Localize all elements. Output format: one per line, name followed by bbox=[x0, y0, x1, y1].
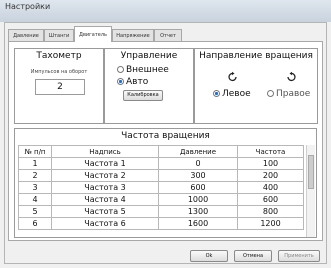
rotation-left-label: Левое bbox=[222, 89, 251, 99]
cell-frequency[interactable]: 800 bbox=[237, 205, 304, 218]
cell-caption[interactable]: Частота 1 bbox=[51, 157, 159, 170]
rotation-group: Направление вращения Левое Правое bbox=[194, 48, 318, 124]
cell-caption[interactable]: Частота 6 bbox=[51, 217, 159, 230]
radio-icon bbox=[267, 90, 274, 97]
motor-tab-panel: Тахометр Импульсов на оборот 2 Управлени… bbox=[8, 41, 323, 241]
control-external-label: Внешнее bbox=[126, 65, 169, 75]
rotation-left-radio[interactable]: Левое bbox=[213, 89, 251, 99]
cell-number[interactable]: 2 bbox=[18, 169, 52, 182]
ok-button[interactable]: Ok bbox=[190, 250, 228, 262]
cell-pressure[interactable]: 1300 bbox=[158, 205, 238, 218]
column-header-number[interactable]: № п/п bbox=[18, 145, 52, 158]
cancel-button[interactable]: Отмена bbox=[234, 250, 272, 262]
cell-number[interactable]: 6 bbox=[18, 217, 52, 230]
cell-pressure[interactable]: 300 bbox=[158, 169, 238, 182]
window-title: Настройки bbox=[5, 2, 51, 11]
rotation-right-label: Правое bbox=[276, 89, 311, 99]
pulses-input[interactable]: 2 bbox=[35, 79, 85, 95]
cell-caption[interactable]: Частота 5 bbox=[51, 205, 159, 218]
cell-pressure[interactable]: 1000 bbox=[158, 193, 238, 206]
tachometer-title: Тахометр bbox=[36, 51, 82, 61]
tab-voltage[interactable]: Напряжение bbox=[112, 29, 154, 41]
control-group: Управление Внешнее Авто Калибровка bbox=[104, 48, 194, 124]
cell-caption[interactable]: Частота 4 bbox=[51, 193, 159, 206]
table-row[interactable]: 4 Частота 4 1000 600 bbox=[18, 193, 304, 206]
table-row[interactable]: 3 Частота 3 600 400 bbox=[18, 181, 304, 194]
radio-icon bbox=[117, 66, 124, 73]
table-scrollbar[interactable] bbox=[306, 145, 315, 237]
control-auto-radio[interactable]: Авто bbox=[117, 77, 148, 87]
frequency-table-group: Частота вращения № п/п Надпись Давление … bbox=[14, 128, 317, 238]
cell-frequency[interactable]: 1200 bbox=[237, 217, 304, 230]
tachometer-group: Тахометр Импульсов на оборот 2 bbox=[14, 48, 104, 124]
cell-caption[interactable]: Частота 3 bbox=[51, 181, 159, 194]
control-external-radio[interactable]: Внешнее bbox=[117, 65, 169, 75]
rotate-right-icon bbox=[287, 71, 296, 82]
radio-selected-icon bbox=[117, 78, 124, 85]
cell-frequency[interactable]: 600 bbox=[237, 193, 304, 206]
column-header-caption[interactable]: Надпись bbox=[51, 145, 159, 158]
control-auto-label: Авто bbox=[126, 77, 149, 87]
rotation-right-radio[interactable]: Правое bbox=[267, 89, 310, 99]
column-header-frequency[interactable]: Частота bbox=[237, 145, 304, 158]
control-title: Управление bbox=[120, 51, 178, 61]
cell-caption[interactable]: Частота 2 bbox=[51, 169, 159, 182]
cell-pressure[interactable]: 600 bbox=[158, 181, 238, 194]
pulses-label: Импульсов на оборот bbox=[30, 69, 88, 75]
tab-motor[interactable]: Двигатель bbox=[74, 26, 112, 42]
tab-report[interactable]: Отчет bbox=[154, 29, 182, 41]
cell-pressure[interactable]: 1600 bbox=[158, 217, 238, 230]
rotation-title: Направление вращения bbox=[199, 51, 313, 61]
table-row[interactable]: 1 Частота 1 0 100 bbox=[18, 157, 304, 170]
table-row[interactable]: 6 Частота 6 1600 1200 bbox=[18, 217, 304, 230]
cell-number[interactable]: 1 bbox=[18, 157, 52, 170]
cell-frequency[interactable]: 400 bbox=[237, 181, 304, 194]
cell-pressure[interactable]: 0 bbox=[158, 157, 238, 170]
table-header-row: № п/п Надпись Давление Частота bbox=[18, 145, 304, 158]
cell-number[interactable]: 5 bbox=[18, 205, 52, 218]
table-row[interactable]: 5 Частота 5 1300 800 bbox=[18, 205, 304, 218]
tab-pressure[interactable]: Давление bbox=[8, 29, 44, 41]
rotate-left-icon bbox=[228, 71, 237, 82]
cell-frequency[interactable]: 200 bbox=[237, 169, 304, 182]
cell-number[interactable]: 3 bbox=[18, 181, 52, 194]
radio-selected-icon bbox=[213, 90, 220, 97]
column-header-pressure[interactable]: Давление bbox=[158, 145, 238, 158]
cell-number[interactable]: 4 bbox=[18, 193, 52, 206]
apply-button[interactable]: Применить bbox=[278, 250, 320, 262]
settings-dialog: Давление Штанги Двигатель Напряжение Отч… bbox=[4, 22, 327, 264]
frequency-table: № п/п Надпись Давление Частота 1 Частота… bbox=[18, 145, 304, 230]
title-bar[interactable]: Настройки bbox=[0, 0, 331, 22]
table-row[interactable]: 2 Частота 2 300 200 bbox=[18, 169, 304, 182]
cell-frequency[interactable]: 100 bbox=[237, 157, 304, 170]
scrollbar-thumb[interactable] bbox=[308, 155, 314, 189]
calibrate-button[interactable]: Калибровка bbox=[123, 90, 163, 101]
frequency-table-title: Частота вращения bbox=[121, 131, 210, 141]
tab-rods[interactable]: Штанги bbox=[44, 29, 74, 41]
